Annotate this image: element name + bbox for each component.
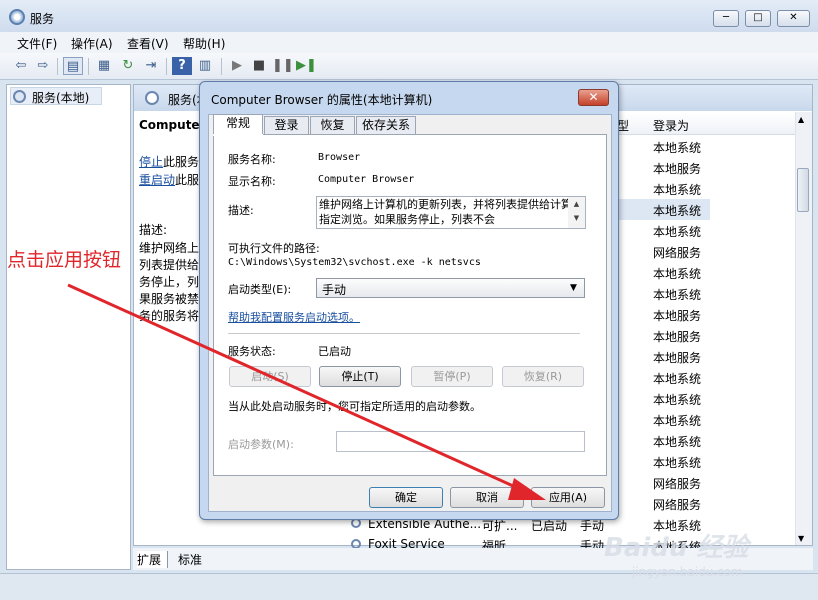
watermark: Baidu 经验 [604,533,749,563]
watermark-url: jingyan.baidu.com [632,565,743,579]
annotation-arrow [67,283,546,500]
